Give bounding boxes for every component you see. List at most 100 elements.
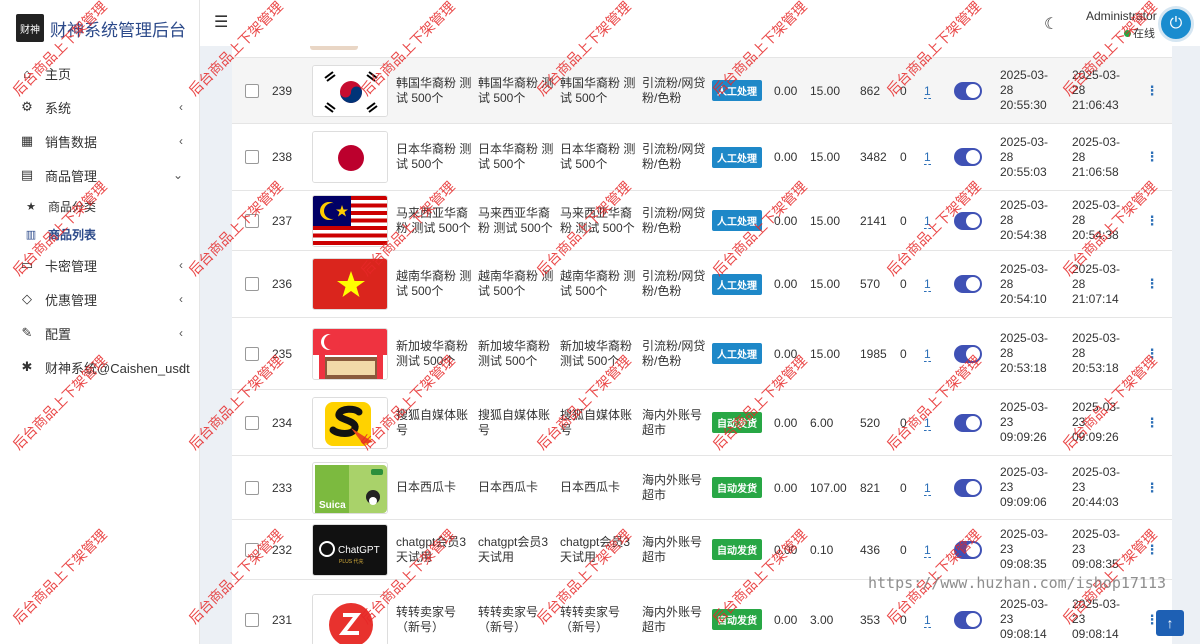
sohu-logo[interactable]	[312, 396, 388, 449]
row-actions-icon[interactable]: ⋮	[1142, 346, 1162, 362]
status-switch[interactable]	[954, 81, 982, 100]
sidebar-item-sales[interactable]: ▦ 销售数据 ‹	[0, 124, 199, 158]
status-switch-cell	[954, 275, 998, 293]
status-switch[interactable]	[954, 413, 982, 432]
row-checkbox[interactable]	[245, 612, 259, 627]
sort-link[interactable]: 1	[924, 346, 931, 362]
table-icon: ▦	[20, 133, 34, 148]
sidebar-item-caishen[interactable]: ✱ 财神系统@Caishen_usdt ‹	[0, 350, 199, 384]
malaysia-flag[interactable]	[312, 194, 388, 247]
korea-flag[interactable]	[312, 64, 388, 117]
avatar[interactable]: ⏻	[1158, 6, 1194, 42]
status-switch[interactable]	[954, 211, 982, 230]
row-actions-icon[interactable]: ⋮	[1142, 415, 1162, 431]
updated-time: 2025-03- 23 09:09:26	[1072, 400, 1121, 444]
vietnam-flag[interactable]	[312, 258, 388, 310]
sort-link[interactable]: 1	[924, 480, 931, 496]
sort-link[interactable]: 1	[924, 415, 931, 431]
chevron-left-icon: ‹	[179, 326, 183, 340]
table-row[interactable]: 237 马来西亚华裔粉 测试 500个 马来西亚华裔粉 测试 500个 马来西亚华裔粉…	[232, 191, 1172, 251]
sidebar-item-system[interactable]: ⚙ 系统 ‹	[0, 90, 199, 124]
row-checkbox[interactable]	[245, 150, 259, 164]
suica-card[interactable]: Suica	[312, 461, 388, 514]
sort-link[interactable]: 1	[924, 542, 931, 558]
row-actions-icon[interactable]: ⋮	[1142, 276, 1162, 292]
sort-link[interactable]: 1	[924, 213, 931, 229]
sidebar-item-product-list[interactable]: ▥ 商品列表	[0, 220, 199, 248]
sort-link[interactable]: 1	[924, 83, 931, 99]
delivery-badge-cell: 人工处理	[712, 210, 774, 231]
sort-link-cell: 1	[924, 150, 954, 165]
sidebar-item-products[interactable]: ▤ 商品管理 ⌄	[0, 158, 199, 192]
hamburger-icon[interactable]: ☰	[214, 12, 228, 32]
status-switch[interactable]	[954, 478, 982, 497]
table-row[interactable]: 232 ChatGPT PLUS 代充 chatgpt会员3天试用 chatgpt会员3…	[232, 520, 1172, 580]
status-switch[interactable]	[954, 148, 982, 166]
row-id: 233	[272, 480, 293, 495]
zhuanzhuan-logo[interactable]	[312, 593, 388, 644]
status-switch[interactable]	[954, 344, 982, 363]
row-checkbox[interactable]	[245, 83, 259, 98]
status-switch-cell	[954, 211, 998, 230]
status-switch[interactable]	[954, 275, 982, 293]
row-checkbox-cell	[232, 213, 272, 228]
singapore-flag[interactable]	[312, 327, 388, 380]
gear-icon: ⚙	[21, 99, 33, 114]
table-row[interactable]: 236 越南华裔粉 测试 500个 越南华裔粉 测试 500个 越南华裔粉 测试 50…	[232, 251, 1172, 318]
row-checkbox[interactable]	[245, 213, 259, 228]
delivery-badge: 自动发货	[712, 609, 762, 630]
chevron-left-icon: ‹	[179, 292, 183, 306]
stock-count: 862	[860, 83, 881, 98]
row-checkbox[interactable]	[245, 542, 259, 557]
status-switch[interactable]	[954, 540, 982, 559]
image-cell	[306, 64, 394, 117]
sidebar-item-home[interactable]: ⌂ 主页	[0, 56, 199, 90]
row-actions-icon[interactable]: ⋮	[1142, 213, 1162, 229]
chevron-left-icon: ‹	[179, 100, 183, 114]
row-actions-icon[interactable]: ⋮	[1142, 542, 1162, 558]
product-thumbnail	[310, 46, 358, 50]
sale-price: 15.00	[810, 83, 841, 98]
sidebar-item-categories[interactable]: ★ 商品分类	[0, 192, 199, 220]
table-row[interactable]: 239 韩国华裔粉 测试 500个 韩国华裔粉 测试 500个 韩国华裔粉 测试 50…	[232, 58, 1172, 124]
sidebar-item-config[interactable]: ✎ 配置 ‹	[0, 316, 199, 350]
row-actions-icon[interactable]: ⋮	[1142, 83, 1162, 99]
table-row[interactable]: 233 Suica 日本西瓜卡 日本西瓜卡 日本西瓜卡 海内外账号超市 自动发货 0.00 10…	[232, 456, 1172, 520]
row-checkbox[interactable]	[245, 480, 259, 495]
row-checkbox[interactable]	[245, 277, 259, 291]
svg-text:Suica: Suica	[319, 500, 346, 511]
row-checkbox[interactable]	[245, 415, 259, 430]
sort-link[interactable]: 1	[924, 277, 931, 292]
status-switch-cell	[954, 148, 998, 166]
row-actions-icon[interactable]: ⋮	[1142, 480, 1162, 496]
delivery-badge: 人工处理	[712, 80, 762, 101]
sold-count: 0	[900, 415, 907, 430]
cost-price: 0.00	[774, 150, 798, 164]
cost-price: 0.00	[774, 83, 798, 98]
row-id: 238	[272, 150, 293, 164]
product-name: chatgpt会员3天试用	[396, 534, 467, 564]
sort-link[interactable]: 1	[924, 150, 931, 165]
table-row[interactable]: 238 日本华裔粉 测试 500个 日本华裔粉 测试 500个 日本华裔粉 测试 50…	[232, 124, 1172, 191]
moon-icon[interactable]: ☾	[1044, 14, 1058, 34]
status-switch[interactable]	[954, 610, 982, 629]
sidebar-item-cards[interactable]: ▭ 卡密管理 ‹	[0, 248, 199, 282]
product-name: 日本华裔粉 测试 500个	[396, 142, 472, 171]
row-checkbox[interactable]	[245, 346, 259, 361]
updated-time: 2025-03- 28 20:53:18	[1072, 331, 1121, 375]
table-row[interactable]: 234 搜狐自媒体账号 搜狐自媒体账号 搜狐自媒体账号 海内外账号超市 自动发货 0.00 6…	[232, 390, 1172, 456]
product-title: 搜狐自媒体账号	[478, 407, 551, 437]
japan-flag[interactable]	[312, 131, 388, 183]
table-row-partial	[232, 46, 1172, 58]
chatgpt-logo[interactable]: ChatGPT PLUS 代充	[312, 523, 388, 576]
sidebar-item-discounts[interactable]: ◇ 优惠管理 ‹	[0, 282, 199, 316]
updated-time: 2025-03- 28 20:54:38	[1072, 198, 1121, 242]
brand[interactable]: 财神 财神系统管理后台	[0, 0, 199, 56]
row-actions-icon[interactable]: ⋮	[1142, 149, 1162, 165]
delivery-badge-cell: 自动发货	[712, 412, 774, 433]
product-description: 越南华裔粉 测试 500个	[560, 269, 636, 298]
back-to-top-button[interactable]: ↑	[1156, 610, 1184, 636]
sort-link[interactable]: 1	[924, 612, 931, 628]
user-name[interactable]: Administrator	[1086, 9, 1157, 23]
table-row[interactable]: 235 新加坡华裔粉 测试 500个 新加坡华裔粉 测试 500个 新加坡华裔粉 测试…	[232, 318, 1172, 390]
